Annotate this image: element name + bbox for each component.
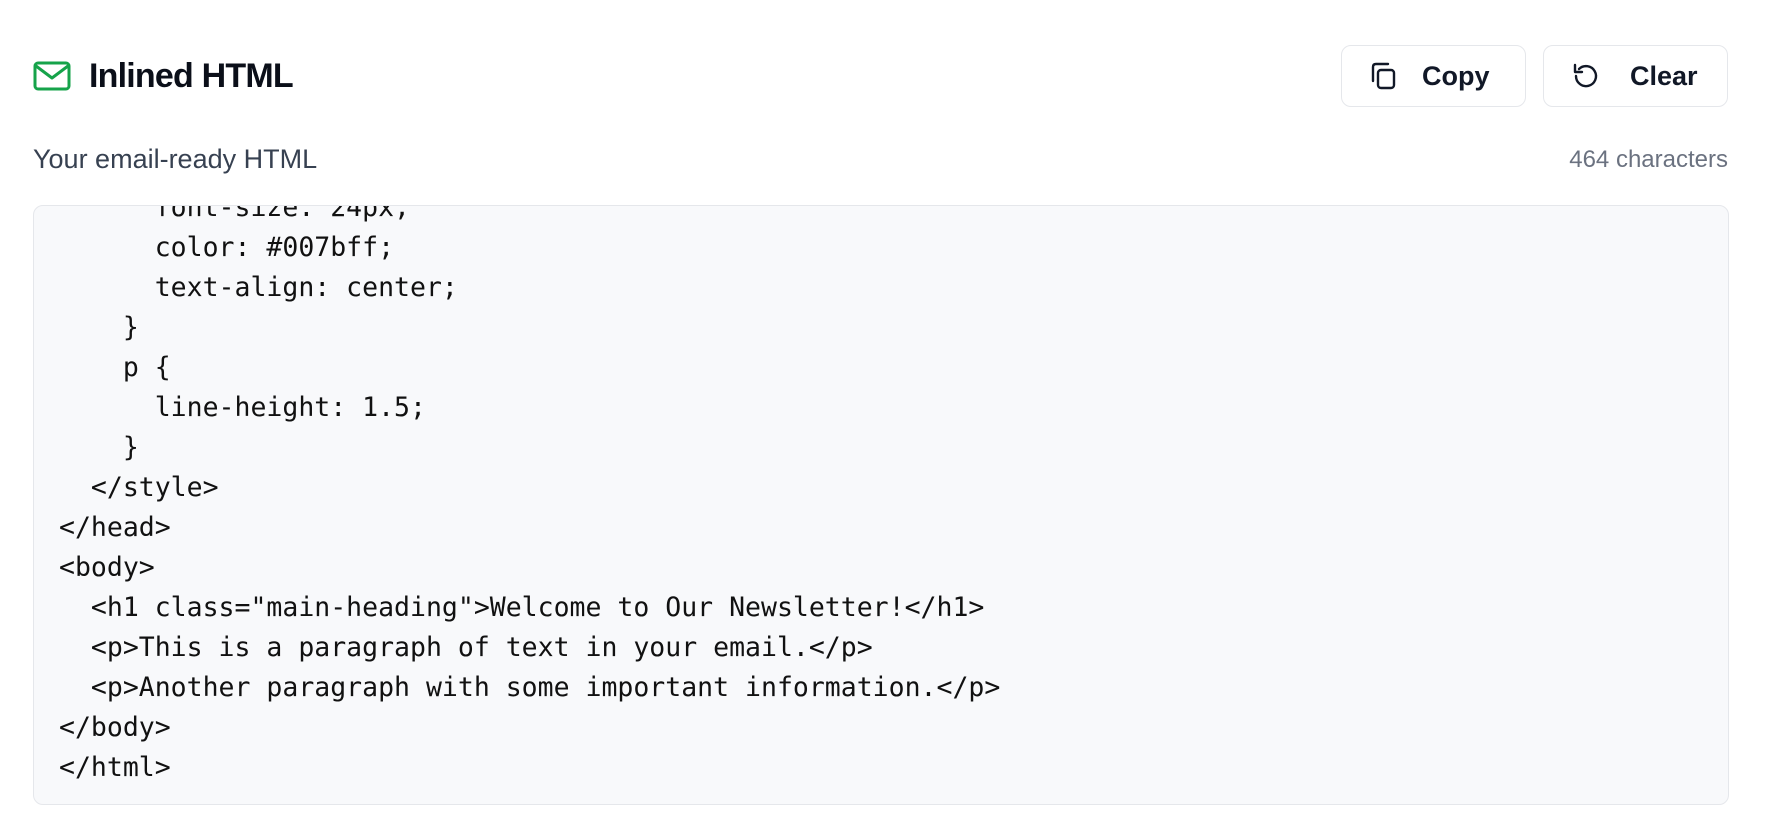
code-line: color: #007bff; <box>59 232 395 263</box>
page-title: Inlined HTML <box>89 56 294 95</box>
reset-icon <box>1568 59 1602 93</box>
code-line: </style> <box>59 472 219 503</box>
output-subheader: Your email-ready HTML 464 characters <box>33 144 1728 175</box>
panel-header: Inlined HTML Copy Clear <box>33 44 1728 108</box>
character-count: 464 characters <box>1569 145 1728 173</box>
code-text: font-size: 24px; color: #007bff; text-al… <box>59 205 1001 788</box>
copy-button[interactable]: Copy <box>1341 45 1526 107</box>
code-line: </body> <box>59 712 171 743</box>
code-line: } <box>59 432 139 463</box>
actions: Copy Clear <box>1341 45 1728 107</box>
code-line: <p>This is a paragraph of text in your e… <box>59 632 873 663</box>
mail-icon <box>33 57 71 95</box>
inlined-html-panel: Inlined HTML Copy Clear Your email-ready… <box>0 0 1766 818</box>
copy-button-label: Copy <box>1422 60 1490 91</box>
code-line: <body> <box>59 552 155 583</box>
output-subtitle: Your email-ready HTML <box>33 144 318 174</box>
clear-button[interactable]: Clear <box>1543 45 1728 107</box>
code-line: text-align: center; <box>59 272 458 303</box>
code-output[interactable]: font-size: 24px; color: #007bff; text-al… <box>33 205 1729 805</box>
code-line: <p>Another paragraph with some important… <box>59 672 1001 703</box>
code-line: p { <box>59 352 171 383</box>
code-line: line-height: 1.5; <box>59 392 426 423</box>
code-line: font-size: 24px; <box>59 205 410 223</box>
code-line: <h1 class="main-heading">Welcome to Our … <box>59 592 985 623</box>
code-line: </head> <box>59 512 171 543</box>
title-group: Inlined HTML <box>33 56 294 96</box>
code-line: } <box>59 312 139 343</box>
code-line: </html> <box>59 752 171 783</box>
clear-button-label: Clear <box>1630 60 1698 91</box>
copy-icon <box>1366 59 1400 93</box>
